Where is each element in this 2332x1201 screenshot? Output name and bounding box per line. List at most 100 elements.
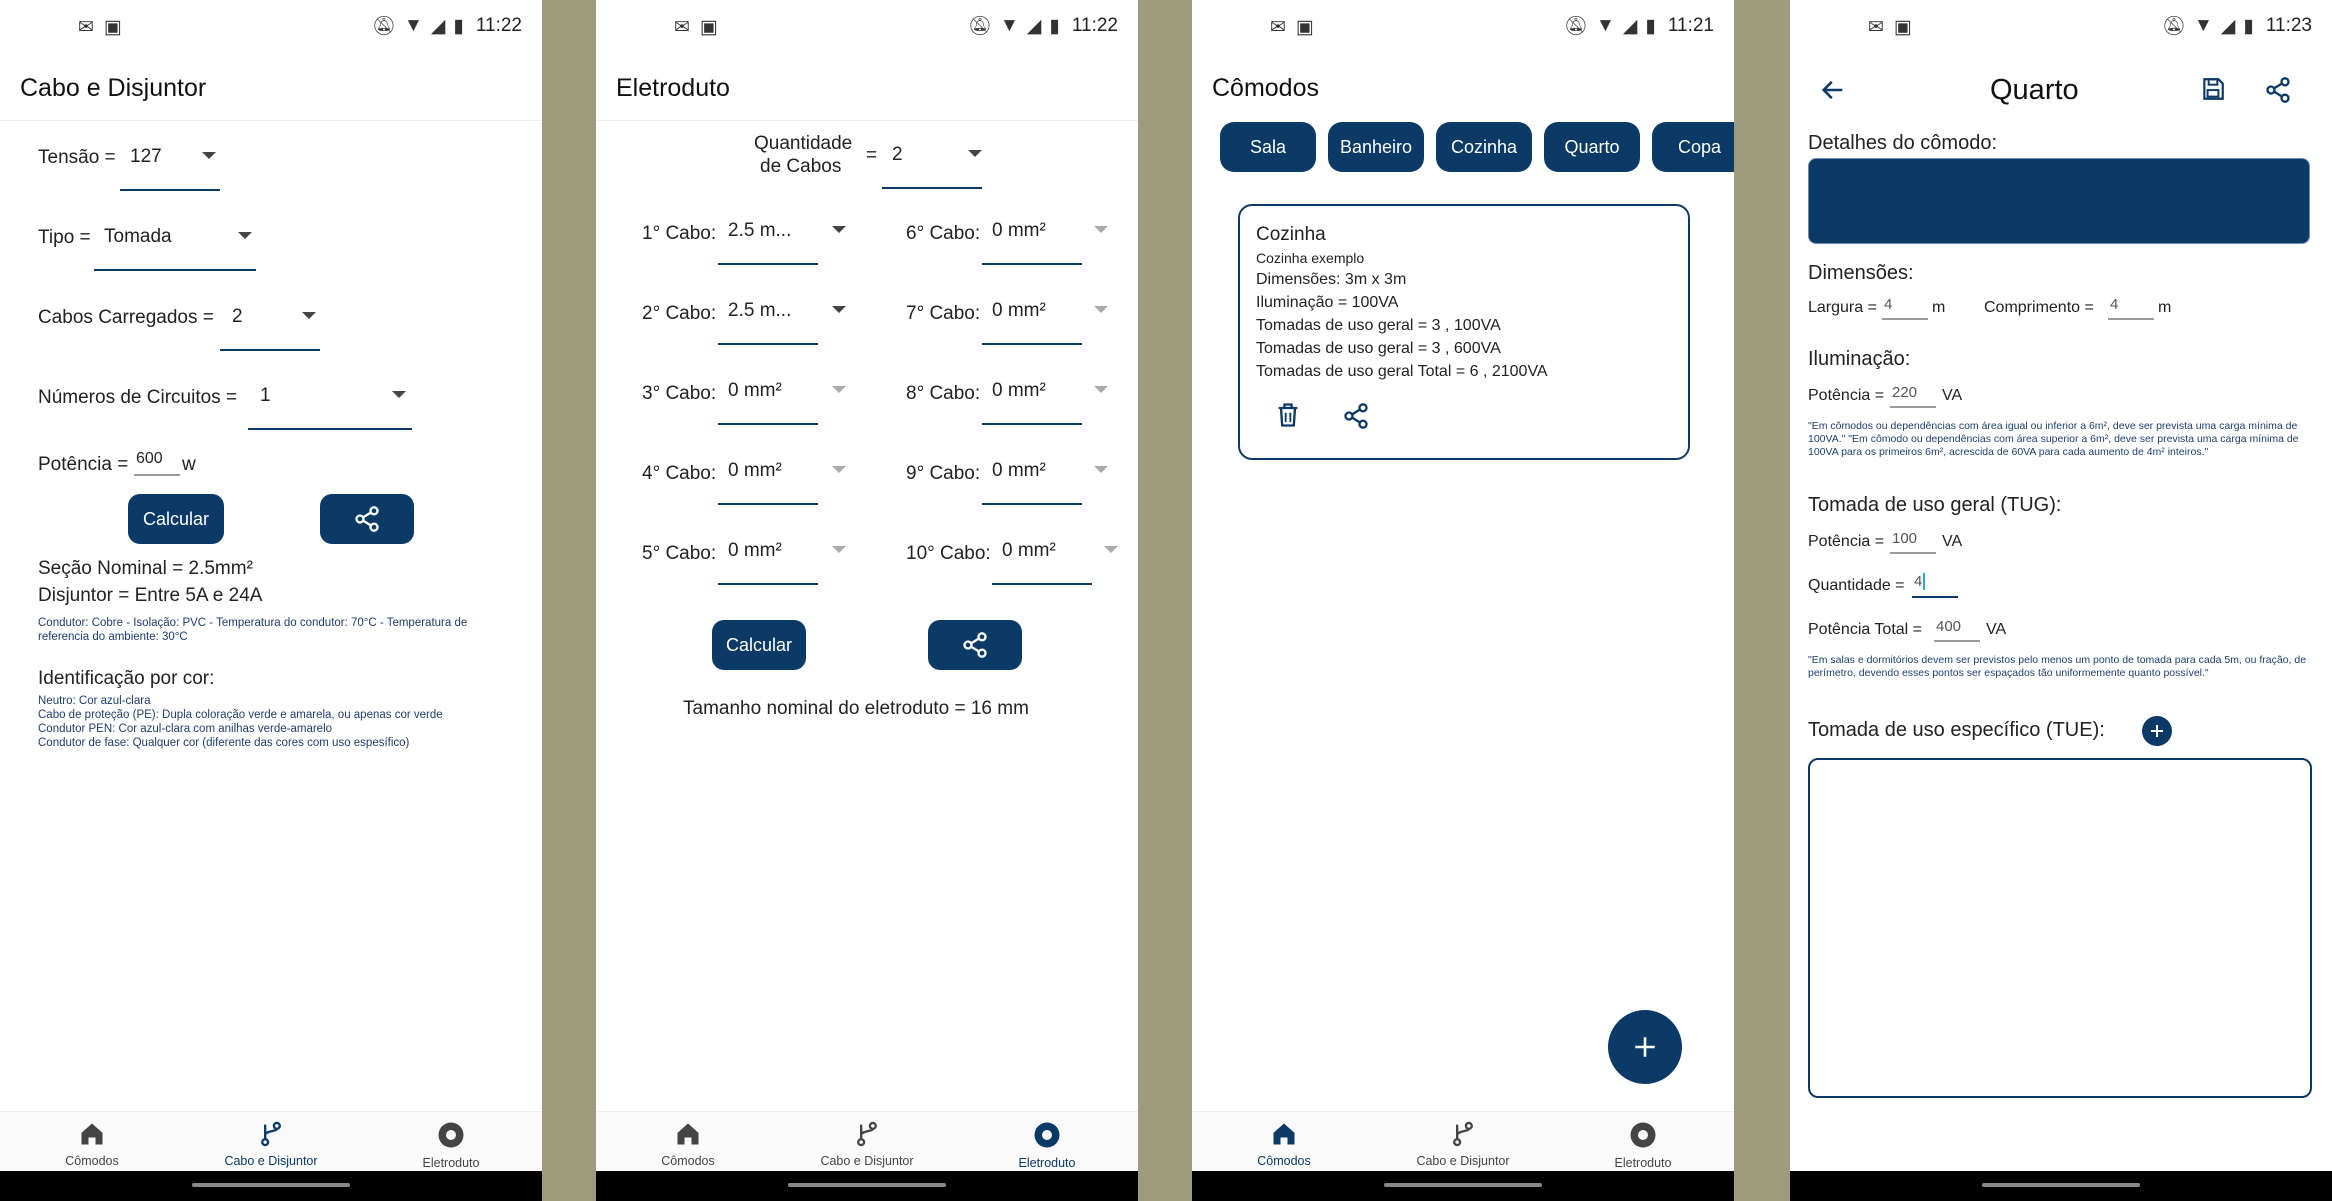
potencia-unit: w [182, 454, 196, 475]
wifi-icon: ▼ [999, 15, 1019, 36]
circuitos-arrow-icon[interactable] [392, 391, 406, 398]
share-button[interactable] [928, 620, 1022, 670]
tipo-dropdown-arrow-icon[interactable] [238, 232, 252, 239]
condutor-info: Condutor: Cobre - Isolação: PVC - Temper… [38, 617, 468, 643]
detalhes-textarea[interactable] [1808, 158, 2310, 244]
chip-quarto[interactable]: Quarto [1544, 122, 1640, 172]
tipo-dropdown-value[interactable]: Tomada [104, 226, 172, 248]
add-tue-button[interactable] [2142, 716, 2172, 746]
share-icon[interactable] [2264, 76, 2292, 104]
cabo-7-dropdown-value[interactable]: 0 mm² [992, 300, 1046, 322]
screen-comodos: ✉ ▣ 🔕︎ ▼ ◢ ▮ 11:21 Cômodos Sala Banheiro … [1192, 0, 1734, 1201]
cabo-5-arrow-icon[interactable] [832, 546, 846, 553]
tensao-dropdown-value[interactable]: 127 [130, 146, 162, 168]
trash-icon[interactable] [1274, 400, 1302, 430]
cabo-10-label: 10° Cabo: [906, 543, 991, 564]
chip-sala[interactable]: Sala [1220, 122, 1316, 172]
save-icon[interactable] [2200, 76, 2226, 102]
cabo-1-underline [718, 263, 818, 265]
ilum-potencia-input[interactable]: 220 [1892, 384, 1917, 401]
nav-comodos[interactable]: Cômodos [2, 1120, 182, 1168]
nav-cabo-disjuntor[interactable]: Cabo e Disjuntor [777, 1120, 957, 1168]
nav-cabo-disjuntor[interactable]: Cabo e Disjuntor [1373, 1120, 1553, 1168]
chip-banheiro[interactable]: Banheiro [1328, 122, 1424, 172]
plus-icon [1635, 1037, 1655, 1057]
room-card[interactable]: Cozinha Cozinha exemplo Dimensões: 3m x … [1238, 204, 1690, 460]
tug-potencia-underline [1890, 552, 1936, 554]
share-button[interactable] [320, 494, 414, 544]
cabo-1-arrow-icon[interactable] [832, 226, 846, 233]
quantidade-label-line1: Quantidade [754, 133, 853, 154]
iluminacao-note: "Em cômodos ou dependências com área igu… [1808, 420, 2299, 458]
cabo-5-dropdown-value[interactable]: 0 mm² [728, 540, 782, 562]
comprimento-input[interactable]: 4 [2110, 296, 2118, 313]
cabo-8-arrow-icon[interactable] [1094, 386, 1108, 393]
cabo-10-dropdown-value[interactable]: 0 mm² [1002, 540, 1056, 562]
calcular-button[interactable]: Calcular [712, 620, 806, 670]
cabo-2-arrow-icon[interactable] [832, 306, 846, 313]
cabo-3-arrow-icon[interactable] [832, 386, 846, 393]
share-icon [963, 632, 987, 658]
home-pill[interactable] [1982, 1183, 2140, 1187]
nav-eletroduto-label: Eletroduto [1614, 1156, 1672, 1170]
cabos-carregados-arrow-icon[interactable] [302, 312, 316, 319]
cabo-8-dropdown-value[interactable]: 0 mm² [992, 380, 1046, 402]
nav-eletroduto[interactable]: Eletroduto [957, 1120, 1137, 1170]
status-bar: ✉ ▣ 🔕︎ ▼ ◢ ▮ 11:23 [1790, 0, 2332, 52]
nav-eletroduto[interactable]: Eletroduto [361, 1120, 541, 1170]
cabo-6-arrow-icon[interactable] [1094, 226, 1108, 233]
nav-cabo-disjuntor[interactable]: Cabo e Disjuntor [181, 1120, 361, 1168]
potencia-input[interactable]: 600 [136, 450, 163, 468]
wifi-icon: ▼ [2193, 15, 2213, 36]
room-card-description: Cozinha exemplo [1256, 250, 1365, 266]
ident-line: Neutro: Cor azul-clara [38, 695, 151, 707]
cabo-4-dropdown-value[interactable]: 0 mm² [728, 460, 782, 482]
cabo-10-arrow-icon[interactable] [1104, 546, 1118, 553]
cabo-9-label: 9° Cabo: [906, 463, 981, 484]
quantidade-arrow-icon[interactable] [968, 150, 982, 157]
add-room-fab[interactable] [1608, 1010, 1682, 1084]
back-arrow-icon[interactable] [1818, 76, 1848, 104]
mute-icon: 🔕︎ [1563, 16, 1588, 37]
chip-copa[interactable]: Copa [1652, 122, 1734, 172]
cabos-carregados-dropdown-value[interactable]: 2 [232, 306, 243, 328]
status-bar: ✉ ▣ 🔕︎ ▼ ◢ ▮ 11:22 [596, 0, 1138, 52]
cabo-7-arrow-icon[interactable] [1094, 306, 1108, 313]
circuitos-dropdown-value[interactable]: 1 [260, 385, 271, 407]
cabo-9-arrow-icon[interactable] [1094, 466, 1108, 473]
chip-cozinha[interactable]: Cozinha [1436, 122, 1532, 172]
nav-eletroduto[interactable]: Eletroduto [1553, 1120, 1733, 1170]
quantidade-dropdown-value[interactable]: 2 [892, 144, 903, 166]
nav-comodos[interactable]: Cômodos [598, 1120, 778, 1168]
cabo-6-dropdown-value[interactable]: 0 mm² [992, 220, 1046, 242]
home-pill[interactable] [192, 1183, 350, 1187]
share-icon[interactable] [1342, 402, 1370, 430]
cabo-2-dropdown-value[interactable]: 2.5 m... [728, 300, 791, 322]
branch-icon [1453, 1121, 1473, 1147]
tensao-dropdown-arrow-icon[interactable] [202, 152, 216, 159]
bottom-navigation: Cômodos Cabo e Disjuntor Eletroduto [0, 1111, 542, 1179]
home-pill[interactable] [788, 1183, 946, 1187]
notification-icon: ▣ [699, 17, 718, 38]
quantidade-equals: = [866, 145, 878, 166]
cabo-3-dropdown-value[interactable]: 0 mm² [728, 380, 782, 402]
tug-potencia-label: Potência = [1808, 533, 1885, 550]
appbar-divider [0, 120, 542, 121]
tug-quantidade-input[interactable]: 4 [1914, 573, 1926, 590]
cabo-2-underline [718, 343, 818, 345]
battery-icon: ▮ [453, 15, 464, 37]
room-card-line: Dimensões: 3m x 3m [1256, 271, 1407, 288]
nav-comodos[interactable]: Cômodos [1194, 1120, 1374, 1168]
cabo-8-label: 8° Cabo: [906, 383, 981, 404]
quantidade-underline [882, 187, 982, 189]
tug-potencia-input[interactable]: 100 [1892, 530, 1917, 547]
cabo-9-dropdown-value[interactable]: 0 mm² [992, 460, 1046, 482]
calcular-button[interactable]: Calcular [128, 494, 224, 544]
largura-underline [1882, 318, 1928, 320]
mute-icon: 🔕︎ [967, 16, 992, 37]
home-pill[interactable] [1384, 1183, 1542, 1187]
nav-eletroduto-label: Eletroduto [1018, 1156, 1076, 1170]
cabo-4-arrow-icon[interactable] [832, 466, 846, 473]
cabo-1-dropdown-value[interactable]: 2.5 m... [728, 220, 791, 242]
largura-input[interactable]: 4 [1884, 296, 1892, 313]
